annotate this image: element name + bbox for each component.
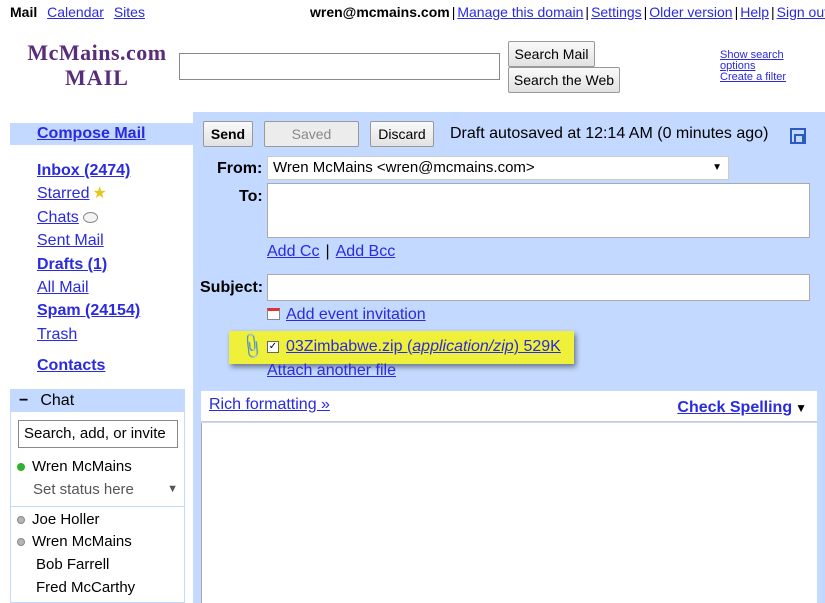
subject-label: Subject: — [200, 279, 264, 296]
attach-another-file-link[interactable]: Attach another file — [267, 362, 396, 380]
divider — [11, 506, 184, 507]
saved-button[interactable]: Saved — [264, 121, 359, 147]
add-cc-link[interactable]: Add Cc — [267, 243, 319, 260]
logo-line-2: MAIL — [65, 65, 129, 90]
nav-calendar[interactable]: Calendar — [47, 4, 104, 20]
dropdown-arrow-icon[interactable]: ▼ — [795, 401, 807, 415]
chat-self-name: Wren McMains — [32, 458, 132, 475]
search-input[interactable] — [179, 53, 500, 80]
contacts-link[interactable]: Contacts — [37, 357, 105, 375]
compose-mail-button[interactable]: Compose Mail — [10, 123, 200, 145]
logo[interactable]: McMains.com MAIL — [22, 40, 172, 90]
draft-status: Draft autosaved at 12:14 AM (0 minutes a… — [450, 125, 769, 142]
search-mail-button[interactable]: Search Mail — [508, 41, 595, 67]
dropdown-arrow-icon: ▼ — [712, 162, 722, 173]
attachment-checkbox[interactable]: ✓ — [267, 341, 279, 353]
add-event-invitation[interactable]: Add event invitation — [267, 306, 426, 324]
send-button[interactable]: Send — [203, 121, 253, 147]
to-field[interactable] — [267, 183, 810, 238]
manage-domain-link[interactable]: Manage this domain — [457, 4, 583, 20]
paperclip-icon: 📎 — [237, 331, 268, 361]
to-label: To: — [239, 188, 263, 205]
rich-formatting-link[interactable]: Rich formatting » — [209, 396, 330, 414]
discard-button[interactable]: Discard — [370, 121, 434, 147]
logo-line-1: McMains.com — [27, 40, 167, 65]
sidebar-item-chats[interactable]: Chats — [37, 206, 140, 229]
cc-bcc-links: Add Cc | Add Bcc — [267, 243, 396, 260]
chat-contact[interactable]: Joe Holler — [17, 511, 100, 528]
idle-status-icon — [17, 516, 25, 525]
app-nav: Mail Calendar Sites — [10, 4, 151, 20]
calendar-icon — [267, 308, 280, 320]
compose-panel: Send Saved Discard Draft autosaved at 12… — [193, 112, 825, 603]
sidebar-item-inbox[interactable]: Inbox (2474) — [37, 159, 140, 182]
sidebar-item-starred[interactable]: Starred ★ — [37, 182, 140, 205]
chat-title: Chat — [40, 392, 75, 409]
older-version-link[interactable]: Older version — [649, 4, 732, 20]
nav-mail[interactable]: Mail — [10, 4, 37, 20]
popout-icon[interactable] — [790, 128, 806, 144]
top-bar: Mail Calendar Sites wren@mcmains.com | Man… — [10, 4, 825, 24]
search-web-button[interactable]: Search the Web — [508, 67, 620, 93]
idle-status-icon — [17, 538, 25, 547]
star-icon: ★ — [92, 185, 107, 203]
attachment-row: 📎 ✓ 03Zimbabwe.zip (application/zip) 529… — [229, 331, 574, 364]
check-spelling[interactable]: Check Spelling ▼ — [677, 399, 807, 417]
subject-field[interactable] — [267, 274, 810, 301]
sign-out-link[interactable]: Sign out — [777, 4, 825, 20]
account-email: wren@mcmains.com — [310, 4, 450, 20]
from-value: Wren McMains <wren@mcmains.com> — [273, 159, 535, 176]
chat-contact[interactable]: Fred McCarthy — [36, 579, 135, 596]
help-link[interactable]: Help — [740, 4, 769, 20]
sidebar-item-spam[interactable]: Spam (24154) — [37, 299, 140, 322]
create-filter-link[interactable]: Create a filter — [720, 72, 786, 83]
editor-toolbar: Rich formatting » Check Spelling ▼ — [201, 391, 817, 422]
check-spelling-link[interactable]: Check Spelling — [677, 399, 792, 416]
sidebar-item-all-mail[interactable]: All Mail — [37, 276, 140, 299]
from-select[interactable]: Wren McMains <wren@mcmains.com> ▼ — [267, 156, 729, 180]
status-text: Set status here — [33, 481, 134, 498]
collapse-icon[interactable]: − — [19, 392, 28, 409]
add-event-link[interactable]: Add event invitation — [286, 306, 426, 323]
chat-contact[interactable]: Bob Farrell — [36, 556, 109, 573]
add-bcc-link[interactable]: Add Bcc — [336, 243, 396, 260]
chat-self: Wren McMains — [17, 458, 132, 475]
status-selector[interactable]: Set status here ▼ — [33, 481, 178, 498]
chat-contact[interactable]: Wren McMains — [17, 533, 132, 550]
sidebar-item-drafts[interactable]: Drafts (1) — [37, 253, 140, 276]
attachment-link[interactable]: 03Zimbabwe.zip (application/zip) 529K — [286, 338, 561, 356]
chat-bubble-icon — [82, 212, 98, 224]
show-search-options-link[interactable]: Show search options — [720, 50, 786, 72]
account-links: wren@mcmains.com | Manage this domain | Sett… — [310, 4, 825, 20]
sidebar-nav: Inbox (2474) Starred ★ Chats Sent Mail Dr… — [37, 159, 140, 346]
chat-search-input[interactable]: Search, add, or invite — [18, 420, 178, 448]
sidebar-item-trash[interactable]: Trash — [37, 323, 140, 346]
from-label: From: — [217, 160, 263, 177]
search-options: Show search options Create a filter — [720, 50, 786, 83]
chat-header[interactable]: − Chat — [11, 390, 184, 412]
chat-panel: − Chat Search, add, or invite Wren McMain… — [10, 389, 185, 603]
settings-link[interactable]: Settings — [591, 4, 642, 20]
sidebar-item-sent[interactable]: Sent Mail — [37, 229, 140, 252]
message-body[interactable] — [201, 423, 817, 603]
nav-sites[interactable]: Sites — [114, 4, 145, 20]
online-status-icon — [17, 463, 25, 472]
dropdown-arrow-icon: ▼ — [167, 483, 178, 495]
